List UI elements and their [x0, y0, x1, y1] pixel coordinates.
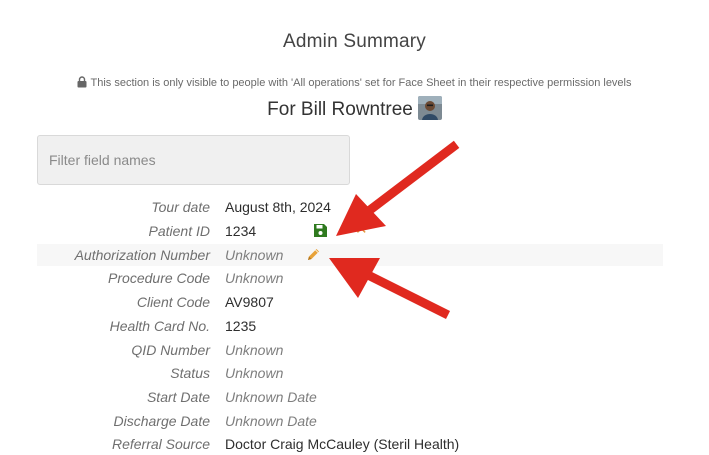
pencil-icon[interactable] — [306, 247, 321, 262]
field-label: QID Number — [131, 342, 210, 358]
lock-icon — [77, 76, 87, 88]
field-label: Status — [170, 365, 210, 381]
field-value[interactable]: Unknown — [225, 365, 283, 381]
field-label: Procedure Code — [108, 270, 210, 286]
field-value[interactable]: Unknown Date — [225, 413, 317, 429]
field-label: Tour date — [151, 199, 210, 215]
field-label: Referral Source — [111, 436, 210, 452]
field-row-authorization-number: Authorization Number Unknown — [37, 244, 663, 266]
field-row-procedure-code: Procedure Code Unknown — [37, 267, 663, 289]
patient-heading: For Bill Rowntree — [0, 96, 709, 121]
field-row-client-code: Client Code AV9807 — [37, 291, 663, 313]
field-value[interactable]: 1234 — [225, 223, 256, 239]
field-row-tour-date: Tour date August 8th, 2024 — [37, 196, 663, 218]
visibility-note: This section is only visible to people w… — [0, 76, 709, 89]
field-row-discharge-date: Discharge Date Unknown Date — [37, 410, 663, 432]
field-label: Health Card No. — [109, 318, 210, 334]
field-label: Authorization Number — [74, 247, 210, 263]
patient-name: For Bill Rowntree — [267, 99, 413, 120]
field-value[interactable]: August 8th, 2024 — [225, 199, 331, 215]
field-value[interactable]: Unknown — [225, 342, 283, 358]
field-value[interactable]: Unknown — [225, 247, 283, 263]
field-label: Client Code — [136, 294, 210, 310]
field-value[interactable]: 1235 — [225, 318, 256, 334]
field-value[interactable]: AV9807 — [225, 294, 274, 310]
avatar[interactable] — [417, 96, 442, 120]
field-row-start-date: Start Date Unknown Date — [37, 386, 663, 408]
field-row-status: Status Unknown — [37, 362, 663, 384]
field-row-qid-number: QID Number Unknown — [37, 339, 663, 361]
close-icon[interactable]: ✕ — [355, 221, 368, 239]
filter-field-names-input[interactable] — [37, 135, 350, 185]
field-label: Discharge Date — [113, 413, 211, 429]
field-row-health-card-no: Health Card No. 1235 — [37, 315, 663, 337]
field-value[interactable]: Doctor Craig McCauley (Steril Health) — [225, 436, 459, 452]
page-title: Admin Summary — [282, 31, 427, 52]
field-row-patient-id: Patient ID 1234 ✕ — [37, 220, 663, 242]
field-value[interactable]: Unknown Date — [225, 389, 317, 405]
field-label: Start Date — [146, 389, 210, 405]
field-value[interactable]: Unknown — [225, 270, 283, 286]
field-label: Patient ID — [148, 223, 210, 239]
visibility-note-text: This section is only visible to people w… — [90, 77, 632, 89]
save-icon[interactable] — [313, 223, 328, 238]
field-row-referral-source: Referral Source Doctor Craig McCauley (S… — [37, 433, 663, 455]
